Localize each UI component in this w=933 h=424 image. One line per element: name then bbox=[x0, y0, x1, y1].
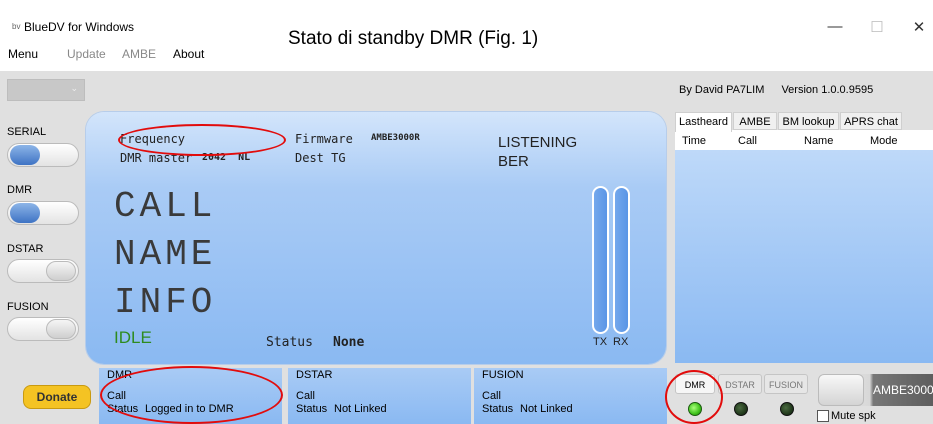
listening-indicator: LISTENING bbox=[498, 134, 578, 151]
mute-speaker-checkbox[interactable] bbox=[817, 410, 829, 422]
annotation-ellipse-dmr-status bbox=[100, 366, 283, 424]
panel-status-label: Status bbox=[482, 403, 514, 415]
name-display: NAME bbox=[114, 234, 217, 275]
menu-item-ambe[interactable]: AMBE bbox=[122, 47, 156, 61]
donate-button[interactable]: Donate bbox=[23, 385, 91, 409]
annotation-ellipse-dmr-led bbox=[665, 370, 723, 424]
close-button[interactable]: ✕ bbox=[904, 18, 933, 36]
firmware-value: AMBE3000R bbox=[371, 133, 420, 143]
window-title: BlueDV for Windows bbox=[24, 20, 135, 34]
dstar-mode-button[interactable]: DSTAR bbox=[718, 374, 762, 394]
idle-indicator: IDLE bbox=[114, 328, 152, 347]
tab-lastheard[interactable]: Lastheard bbox=[675, 112, 732, 132]
column-time[interactable]: Time bbox=[682, 135, 706, 147]
annotation-ellipse-frequency bbox=[118, 124, 286, 156]
fusion-toggle[interactable] bbox=[7, 317, 79, 341]
tab-ambe[interactable]: AMBE bbox=[733, 112, 777, 130]
fusion-status-panel: FUSION Call Status Not Linked bbox=[474, 368, 667, 424]
ber-label: BER bbox=[498, 153, 529, 170]
mute-speaker-label: Mute spk bbox=[831, 410, 876, 422]
callsign-combobox[interactable]: ⌄ bbox=[7, 79, 85, 101]
panel-call-label: Call bbox=[296, 390, 315, 402]
column-name[interactable]: Name bbox=[804, 135, 833, 147]
tx-level-bar bbox=[592, 186, 609, 334]
toggle-knob bbox=[10, 203, 40, 223]
author-version-header: By David PA7LIM Version 1.0.0.9595 bbox=[679, 84, 873, 96]
app-icon: bv bbox=[12, 22, 21, 31]
fusion-mode-button[interactable]: FUSION bbox=[764, 374, 808, 394]
dstar-led bbox=[734, 402, 748, 416]
ambe-label: AMBE3000 bbox=[873, 383, 933, 397]
toggle-knob bbox=[46, 319, 76, 339]
info-display: INFO bbox=[114, 282, 217, 323]
toggle-knob bbox=[10, 145, 40, 165]
panel-title: DSTAR bbox=[296, 369, 333, 381]
minimize-button[interactable]: — bbox=[820, 18, 850, 35]
column-mode[interactable]: Mode bbox=[870, 135, 898, 147]
dstar-status-panel: DSTAR Call Status Not Linked bbox=[288, 368, 471, 424]
serial-label: SERIAL bbox=[7, 126, 47, 138]
menu-item-about[interactable]: About bbox=[173, 47, 204, 61]
maximize-button[interactable]: ☐ bbox=[862, 18, 892, 36]
call-display: CALL bbox=[114, 186, 217, 227]
dstar-toggle[interactable] bbox=[7, 259, 79, 283]
ambe-toggle-knob bbox=[818, 374, 864, 406]
panel-status-value: Not Linked bbox=[334, 403, 387, 415]
fusion-label: FUSION bbox=[7, 301, 49, 313]
panel-status-label: Status bbox=[296, 403, 328, 415]
tab-aprs-chat[interactable]: APRS chat bbox=[840, 112, 902, 130]
firmware-label: Firmware bbox=[295, 132, 353, 146]
tx-label: TX bbox=[593, 336, 608, 348]
version-label: Version 1.0.0.9595 bbox=[781, 84, 874, 96]
chevron-down-icon: ⌄ bbox=[70, 83, 78, 93]
fusion-led bbox=[780, 402, 794, 416]
dstar-label: DSTAR bbox=[7, 243, 44, 255]
menu-item-update[interactable]: Update bbox=[67, 47, 106, 61]
tab-bm-lookup[interactable]: BM lookup bbox=[778, 112, 839, 130]
author-label: By David PA7LIM bbox=[679, 84, 765, 96]
lastheard-grid[interactable] bbox=[675, 130, 933, 363]
rx-level-bar bbox=[613, 186, 630, 334]
serial-toggle[interactable] bbox=[7, 143, 79, 167]
rx-label: RX bbox=[613, 336, 629, 348]
panel-call-label: Call bbox=[482, 390, 501, 402]
status-value: None bbox=[333, 335, 365, 350]
toggle-knob bbox=[46, 261, 76, 281]
column-call[interactable]: Call bbox=[738, 135, 757, 147]
menu-item-menu[interactable]: Menu bbox=[8, 47, 38, 61]
dest-tg-label: Dest TG bbox=[295, 151, 346, 165]
dmr-toggle[interactable] bbox=[7, 201, 79, 225]
panel-status-value: Not Linked bbox=[520, 403, 573, 415]
status-label: Status bbox=[266, 335, 313, 350]
dmr-label: DMR bbox=[7, 184, 33, 196]
panel-title: FUSION bbox=[482, 369, 524, 381]
